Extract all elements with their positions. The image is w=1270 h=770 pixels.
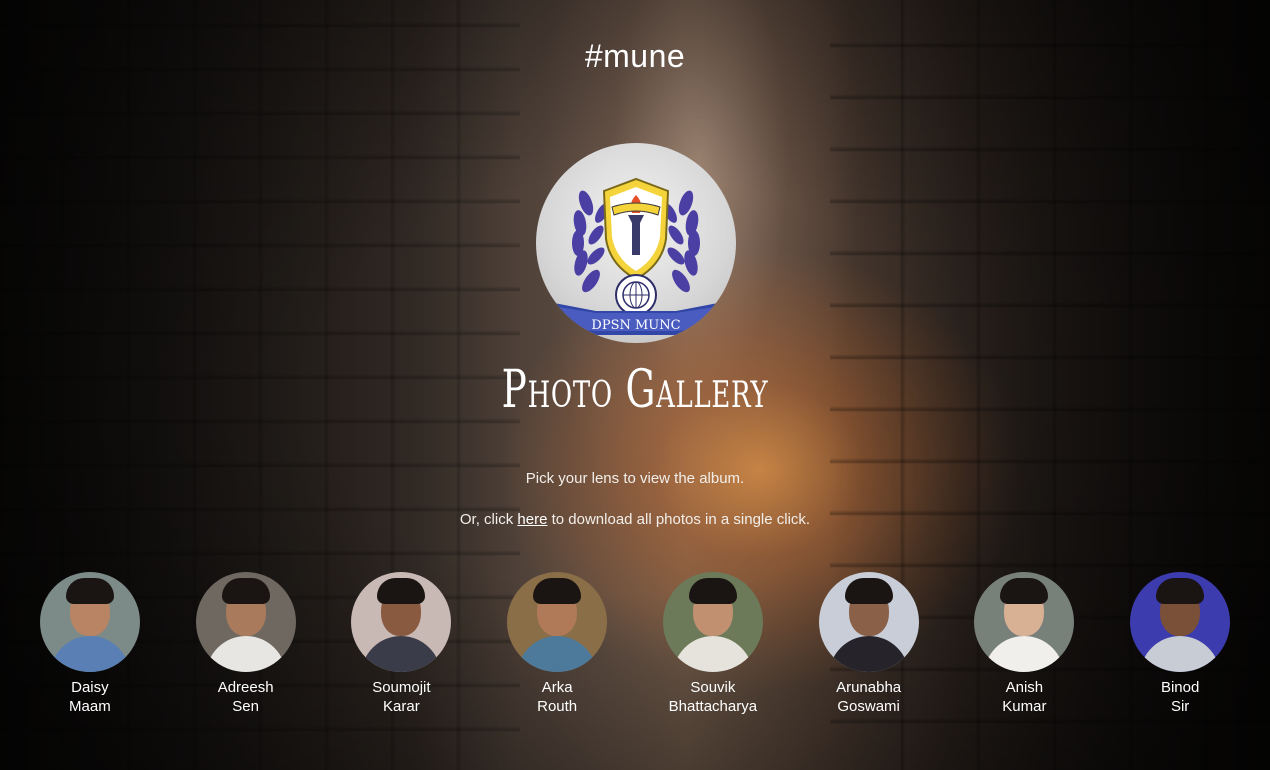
download-suffix: to download all photos in a single click… — [547, 511, 811, 528]
photographer-name[interactable]: Binod Sir — [1161, 678, 1199, 716]
avatar-body — [205, 636, 286, 672]
avatar-hair — [688, 578, 737, 604]
first-name[interactable]: Anish — [1002, 678, 1046, 697]
avatar-body — [984, 636, 1065, 672]
last-name[interactable]: Sen — [218, 697, 274, 716]
avatar[interactable] — [974, 572, 1075, 672]
last-name[interactable]: Kumar — [1002, 697, 1046, 716]
avatar-hair — [844, 578, 893, 604]
photographer-name[interactable]: Soumojit Karar — [372, 678, 430, 716]
avatar-hair — [65, 578, 114, 604]
last-name[interactable]: Routh — [537, 697, 577, 716]
photographer-anish-kumar[interactable]: Anish Kumar — [947, 572, 1103, 716]
photographer-soumojit-karar[interactable]: Soumojit Karar — [324, 572, 480, 716]
avatar[interactable] — [507, 572, 608, 672]
avatar-body — [517, 636, 598, 672]
avatar[interactable] — [1130, 572, 1231, 672]
gallery-instructions: Pick your lens to view the album. — [525, 470, 745, 487]
avatar-body — [828, 636, 909, 672]
first-name[interactable]: Arunabha — [836, 678, 901, 697]
dpsn-munc-logo: DPSN MUNC — [536, 143, 736, 343]
avatar-hair — [1000, 578, 1049, 604]
avatar-hair — [221, 578, 270, 604]
logo-banner-text: DPSN MUNC — [591, 318, 680, 333]
avatar-body — [1140, 636, 1221, 672]
photographer-arunabha-goswami[interactable]: Arunabha Goswami — [791, 572, 947, 716]
last-name[interactable]: Karar — [372, 697, 430, 716]
avatar-hair — [1156, 578, 1205, 604]
photographer-arka-routh[interactable]: Arka Routh — [479, 572, 635, 716]
first-name[interactable]: Soumojit — [372, 678, 430, 697]
download-prefix: Or, click — [459, 511, 518, 528]
avatar[interactable] — [39, 572, 140, 672]
page-title: Photo Gallery — [501, 360, 769, 420]
first-name[interactable]: Souvik — [669, 678, 757, 697]
avatar-hair — [377, 578, 426, 604]
avatar[interactable] — [351, 572, 452, 672]
photographer-name[interactable]: Daisy Maam — [69, 678, 111, 716]
photographer-adreesh-sen[interactable]: Adreesh Sen — [168, 572, 324, 716]
last-name[interactable]: Sir — [1161, 697, 1199, 716]
photographer-name[interactable]: Adreesh Sen — [218, 678, 274, 716]
first-name[interactable]: Adreesh — [218, 678, 274, 697]
download-all-text: Or, click here to download all photos in… — [0, 511, 1270, 528]
last-name[interactable]: Maam — [69, 697, 111, 716]
avatar-body — [361, 636, 442, 672]
avatar[interactable] — [195, 572, 296, 672]
photographer-souvik-bhattacharya[interactable]: Souvik Bhattacharya — [635, 572, 791, 716]
avatar[interactable] — [662, 572, 763, 672]
photographer-binod-sir[interactable]: Binod Sir — [1102, 572, 1258, 716]
photographer-list: Daisy Maam Adreesh Sen Soumojit Karar Ar… — [12, 572, 1258, 716]
photographer-name[interactable]: Souvik Bhattacharya — [669, 678, 757, 716]
photographer-name[interactable]: Arka Routh — [537, 678, 577, 716]
avatar[interactable] — [818, 572, 919, 672]
first-name[interactable]: Binod — [1161, 678, 1199, 697]
last-name[interactable]: Goswami — [836, 697, 901, 716]
first-name[interactable]: Daisy — [69, 678, 111, 697]
download-all-link[interactable]: here — [517, 511, 547, 528]
first-name[interactable]: Arka — [537, 678, 577, 697]
avatar-hair — [533, 578, 582, 604]
photographer-name[interactable]: Anish Kumar — [1002, 678, 1046, 716]
photographer-daisy-maam[interactable]: Daisy Maam — [12, 572, 168, 716]
avatar-body — [672, 636, 753, 672]
last-name[interactable]: Bhattacharya — [669, 697, 757, 716]
photographer-name[interactable]: Arunabha Goswami — [836, 678, 901, 716]
avatar-body — [49, 636, 130, 672]
page-hashtag: #mune — [584, 38, 686, 74]
